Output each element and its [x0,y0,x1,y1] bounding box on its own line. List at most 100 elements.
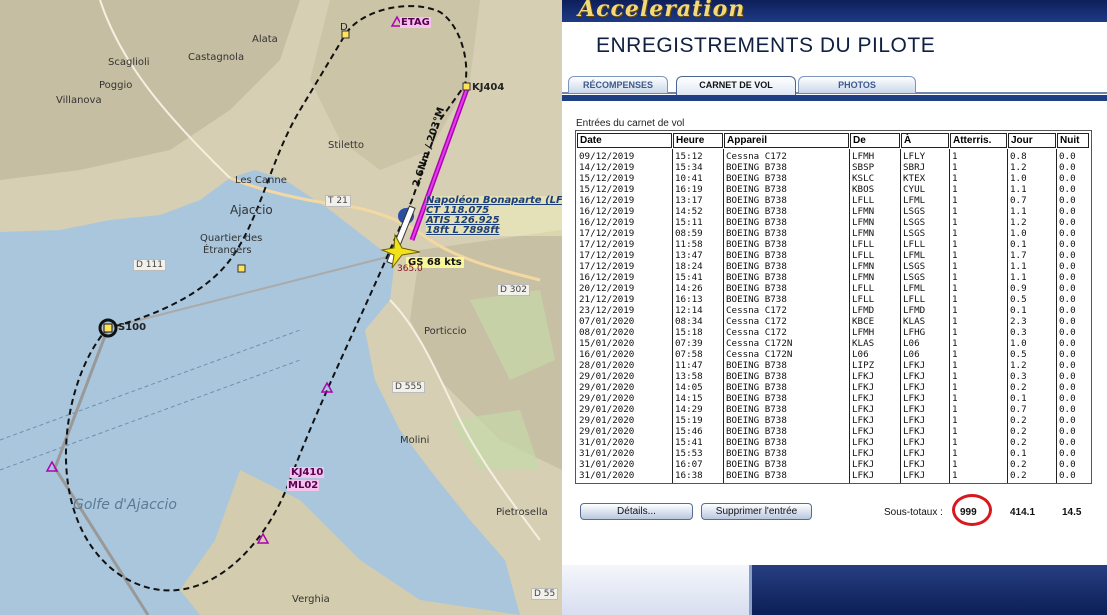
column-header-aircraft[interactable]: Appareil [724,133,849,148]
place-label: Stiletto [328,140,364,151]
table-cell: 11:58 [675,239,703,250]
table-row[interactable]: 29/01/2020 15:19 BOEING B738 LFKJ LFKJ 1 0.2 0.… [576,415,1091,426]
table-row[interactable]: 29/01/2020 15:46 BOEING B738 LFKJ LFKJ 1 0.2 0.… [576,426,1091,437]
table-cell: 0.0 [1059,173,1076,184]
table-cell: 0.1 [1010,448,1027,459]
table-cell: 1 [952,195,958,206]
table-cell: 1 [952,272,958,283]
table-cell: 1 [952,360,958,371]
table-cell: 1 [952,228,958,239]
waypoint-kj410-label[interactable]: KJ410 [290,467,325,478]
column-header-night[interactable]: Nuit [1057,133,1089,148]
table-row[interactable]: 17/12/2019 18:24 BOEING B738 LFMN LSGS 1 1.1 0.… [576,261,1091,272]
details-button[interactable]: Détails... [580,503,693,520]
table-cell: 17/12/2019 [579,250,635,261]
app-banner: Acceleration [562,0,1107,22]
table-row[interactable]: 16/12/2019 13:17 BOEING B738 LFLL LFML 1 0.7 0.… [576,195,1091,206]
table-row[interactable]: 29/01/2020 14:05 BOEING B738 LFKJ LFKJ 1 0.2 0.… [576,382,1091,393]
subtotal-night: 14.5 [1062,507,1082,518]
table-cell: 1.1 [1010,206,1027,217]
table-row[interactable]: 21/12/2019 16:13 BOEING B738 LFLL LFLL 1 0.5 0.… [576,294,1091,305]
table-cell: 1 [952,338,958,349]
table-row[interactable]: 08/01/2020 15:18 Cessna C172 LFMH LFHG 1 0.3 0.… [576,327,1091,338]
table-row[interactable]: 16/01/2020 07:58 Cessna C172N L06 L06 1 0.5 0.0 [576,349,1091,360]
table-row[interactable]: 28/01/2020 11:47 BOEING B738 LIPZ LFKJ 1 1.2 0.… [576,360,1091,371]
column-header-landings[interactable]: Atterris. [950,133,1007,148]
table-cell: 31/01/2020 [579,459,635,470]
waypoint-ml02-label[interactable]: ML02 [287,480,320,491]
table-row[interactable]: 23/12/2019 12:14 Cessna C172 LFMD LFMD 1 0.1 0.… [576,305,1091,316]
table-cell: LFLL [852,250,875,261]
sea-boundary-1 [0,329,301,441]
table-row[interactable]: 31/01/2020 16:38 BOEING B738 LFKJ LFKJ 1 0.2 0.… [576,470,1091,481]
table-row[interactable]: 29/01/2020 14:15 BOEING B738 LFKJ LFKJ 1 0.1 0.… [576,393,1091,404]
table-row[interactable]: 31/01/2020 15:53 BOEING B738 LFKJ LFKJ 1 0.1 0.… [576,448,1091,459]
table-row[interactable]: 31/01/2020 15:41 BOEING B738 LFKJ LFKJ 1 0.2 0.… [576,437,1091,448]
table-cell: 0.0 [1059,459,1076,470]
table-row[interactable]: 20/12/2019 14:26 BOEING B738 LFLL LFML 1 0.9 0.… [576,283,1091,294]
table-row[interactable]: 14/12/2019 15:34 BOEING B738 SBSP SBRJ 1 1.2 0.… [576,162,1091,173]
tab-photos[interactable]: PHOTOS [798,76,916,93]
column-header-day[interactable]: Jour [1008,133,1056,148]
place-label: Alata [252,34,278,45]
table-row[interactable]: 16/12/2019 14:52 BOEING B738 LFMN LSGS 1 1.1 0.… [576,206,1091,217]
table-cell: 0.2 [1010,415,1027,426]
table-cell: 16/12/2019 [579,217,635,228]
place-label: Molini [400,435,430,446]
table-cell: LFKJ [903,459,926,470]
table-cell: 31/01/2020 [579,437,635,448]
table-cell: LFMD [903,305,926,316]
place-label: Ajaccio [230,203,273,217]
table-row[interactable]: 17/12/2019 13:47 BOEING B738 LFLL LFML 1 1.7 0.… [576,250,1091,261]
table-cell: 14:29 [675,404,703,415]
table-row[interactable]: 09/12/2019 15:12 Cessna C172 LFMH LFLY 1 0.8 0.… [576,151,1091,162]
table-cell: 1 [952,459,958,470]
table-cell: 08/01/2020 [579,327,635,338]
table-row[interactable]: 29/01/2020 13:58 BOEING B738 LFKJ LFKJ 1 0.3 0.… [576,371,1091,382]
airport-info[interactable]: Napoléon Bonaparte (LFKJ) CT 118.075 ATI… [426,196,562,236]
tab-rewards[interactable]: RÉCOMPENSES [568,76,668,93]
column-header-from[interactable]: De [850,133,900,148]
table-cell: LFLL [852,283,875,294]
table-cell: KSLC [852,173,875,184]
table-row[interactable]: 15/12/2019 10:41 BOEING B738 KSLC KTEX 1 1.0 0.… [576,173,1091,184]
table-cell: LFMN [852,228,875,239]
table-cell: 23/12/2019 [579,305,635,316]
tab-logbook[interactable]: CARNET DE VOL [676,76,796,95]
table-cell: LFKJ [852,470,875,481]
table-cell: 16:13 [675,294,703,305]
column-header-date[interactable]: Date [577,133,672,148]
table-cell: LFKJ [903,426,926,437]
table-cell: LFKJ [852,382,875,393]
logbook-table[interactable]: Date Heure Appareil De À Atterris. Jour … [575,130,1092,484]
table-cell: 1.0 [1010,338,1027,349]
table-row[interactable]: 15/12/2019 16:19 BOEING B738 KBOS CYUL 1 1.1 0.… [576,184,1091,195]
table-cell: KLAS [903,316,926,327]
table-cell: 15:12 [675,151,703,162]
column-header-to[interactable]: À [901,133,949,148]
column-header-time[interactable]: Heure [673,133,723,148]
moving-map[interactable]: Alata Castagnola Scaglioli Poggio Villan… [0,0,562,615]
waypoint-kj404-label[interactable]: KJ404 [472,82,504,93]
table-cell: 0.2 [1010,437,1027,448]
table-cell: 15:34 [675,162,703,173]
table-row[interactable]: 17/12/2019 08:59 BOEING B738 LFMN LSGS 1 1.0 0.… [576,228,1091,239]
table-cell: KTEX [903,173,926,184]
table-row[interactable]: 29/01/2020 14:29 BOEING B738 LFKJ LFKJ 1 0.7 0.… [576,404,1091,415]
table-cell: BOEING B738 [726,437,787,448]
waypoint-s100-label[interactable]: S100 [118,322,146,333]
table-row[interactable]: 07/01/2020 08:34 Cessna C172 KBCE KLAS 1 2.3 0.… [576,316,1091,327]
table-row[interactable]: 16/12/2019 15:11 BOEING B738 LFMN LSGS 1 1.2 0.… [576,217,1091,228]
table-row[interactable]: 17/12/2019 11:58 BOEING B738 LFLL LFLL 1 0.1 0.… [576,239,1091,250]
delete-entry-button[interactable]: Supprimer l'entrée [701,503,812,520]
table-cell: 07/01/2020 [579,316,635,327]
table-cell: BOEING B738 [726,459,787,470]
logbook-caption: Entrées du carnet de vol [576,118,685,129]
table-cell: LFLL [903,239,926,250]
table-row[interactable]: 31/01/2020 16:07 BOEING B738 LFKJ LFKJ 1 0.2 0.… [576,459,1091,470]
table-cell: 29/01/2020 [579,393,635,404]
table-row[interactable]: 15/01/2020 07:39 Cessna C172N KLAS L06 1 1.0 0.… [576,338,1091,349]
table-cell: LFKJ [903,360,926,371]
table-row[interactable]: 16/12/2019 15:41 BOEING B738 LFMN LSGS 1 1.1 0.… [576,272,1091,283]
table-cell: LFMH [852,151,875,162]
